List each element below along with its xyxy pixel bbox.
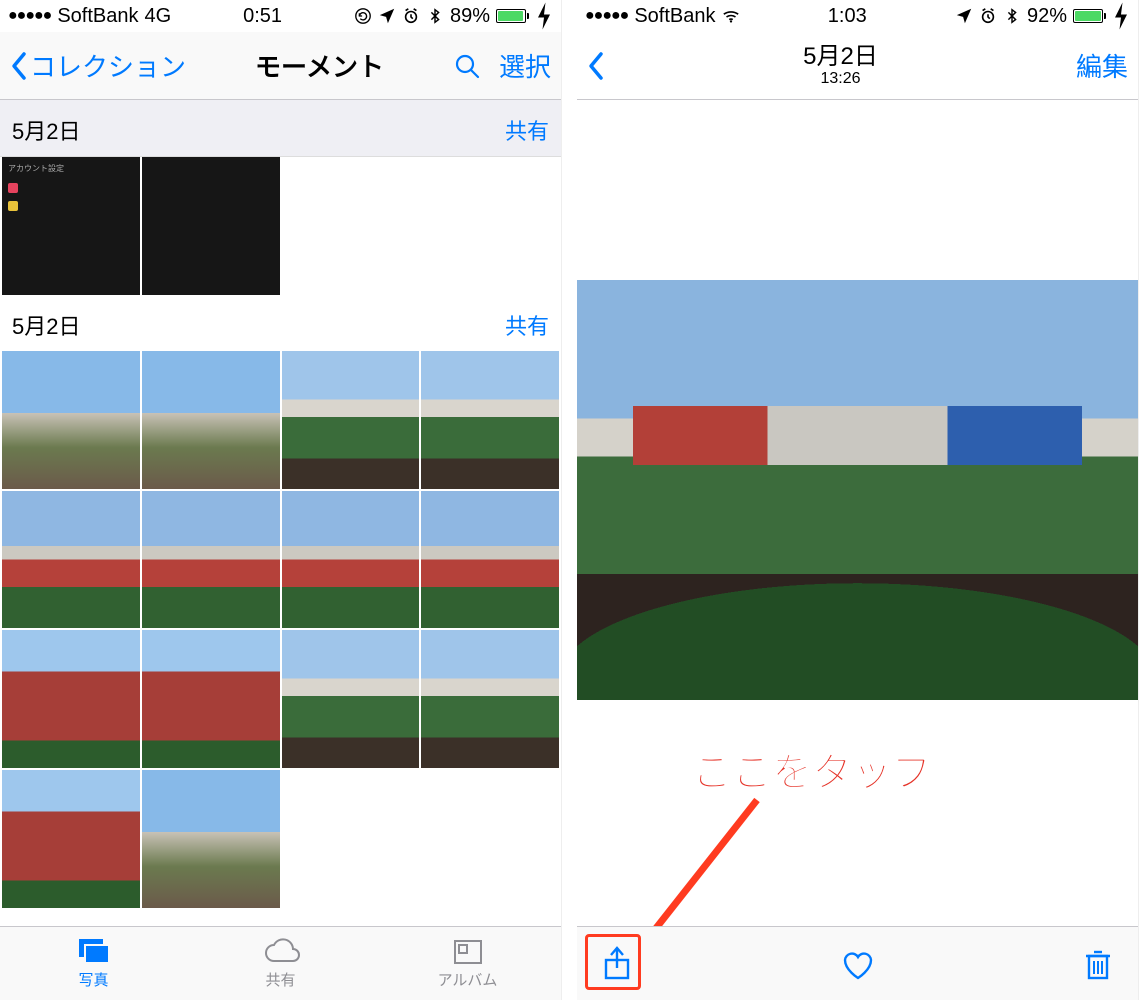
section-header: 5月2日 共有: [0, 908, 561, 926]
title-time: 13:26: [820, 70, 860, 88]
annotation-highlight: [585, 934, 641, 990]
chevron-left-icon: [10, 51, 28, 81]
search-button[interactable]: [453, 52, 481, 80]
albums-icon: [449, 937, 487, 967]
select-button[interactable]: 選択: [499, 47, 551, 84]
nav-title: 5月2日 13:26: [803, 44, 878, 88]
clock: 0:51: [243, 5, 282, 28]
section-header: 5月2日 共有: [0, 295, 561, 351]
photo-thumb[interactable]: [142, 351, 280, 489]
photo-thumb[interactable]: [282, 630, 420, 768]
photo-thumb[interactable]: [142, 491, 280, 629]
section-date: 5月2日: [12, 922, 80, 926]
tab-label: アルバム: [438, 969, 498, 990]
phone-moments: ●●●●● SoftBank 4G 0:51 89% コレクション モーメント …: [0, 0, 562, 1000]
back-button[interactable]: コレクション: [10, 47, 186, 84]
rotation-lock-icon: [354, 7, 372, 25]
nav-title: モーメント: [255, 47, 384, 84]
section-date: 5月2日: [12, 114, 80, 146]
photo-thumb[interactable]: [142, 630, 280, 768]
alarm-icon: [402, 7, 420, 25]
photo-thumb[interactable]: [142, 157, 280, 295]
section-header: 5月2日 共有: [0, 100, 561, 157]
network-label: 4G: [145, 5, 172, 28]
favorite-button[interactable]: [838, 944, 878, 984]
tab-bar: 写真 共有 アルバム: [0, 926, 561, 1000]
heart-icon: [838, 944, 878, 984]
battery-icon: [496, 9, 529, 23]
photos-icon: [75, 937, 113, 967]
photo-thumb[interactable]: [282, 351, 420, 489]
section-share-button[interactable]: 共有: [505, 922, 549, 926]
photo-thumb[interactable]: [421, 630, 559, 768]
battery-pct: 89%: [450, 5, 490, 28]
bluetooth-icon: [1003, 7, 1021, 25]
photo-thumb[interactable]: [282, 491, 420, 629]
location-icon: [955, 7, 973, 25]
photo-thumb[interactable]: [421, 351, 559, 489]
battery-pct: 92%: [1027, 5, 1067, 28]
photo-thumb[interactable]: [2, 491, 140, 629]
signal-dots-icon: ●●●●●: [585, 7, 628, 25]
tab-shared[interactable]: 共有: [187, 927, 374, 1000]
photo-thumb[interactable]: [142, 770, 280, 908]
status-bar: ●●●●● SoftBank 1:03 92%: [577, 0, 1138, 32]
photo-viewer[interactable]: ここをタップ: [577, 100, 1138, 926]
alarm-icon: [979, 7, 997, 25]
chevron-left-icon: [587, 51, 605, 81]
photo-thumb[interactable]: [2, 770, 140, 908]
photo-full[interactable]: [577, 280, 1138, 700]
bluetooth-icon: [426, 7, 444, 25]
tab-albums[interactable]: アルバム: [374, 927, 561, 1000]
title-date: 5月2日: [803, 44, 878, 70]
photo-thumb[interactable]: [2, 351, 140, 489]
cloud-icon: [262, 937, 300, 967]
back-button[interactable]: [587, 51, 605, 81]
carrier-label: SoftBank: [57, 5, 138, 28]
battery-icon: [1073, 9, 1106, 23]
section-share-button[interactable]: 共有: [505, 309, 549, 341]
trash-icon: [1078, 944, 1118, 984]
annotation-arrow-icon: [607, 790, 787, 926]
photo-toolbar: [577, 926, 1138, 1000]
photo-thumb[interactable]: [2, 630, 140, 768]
section-share-button[interactable]: 共有: [505, 114, 549, 146]
clock: 1:03: [828, 5, 867, 28]
signal-dots-icon: ●●●●●: [8, 7, 51, 25]
back-label: コレクション: [30, 47, 186, 84]
moments-scroll[interactable]: 5月2日 共有 アカウント設定 5月2日 共有: [0, 100, 561, 926]
tab-label: 共有: [265, 969, 295, 990]
nav-bar: 5月2日 13:26 編集: [577, 32, 1138, 100]
status-bar: ●●●●● SoftBank 4G 0:51 89%: [0, 0, 561, 32]
search-icon: [453, 52, 481, 80]
charging-icon: [535, 7, 553, 25]
charging-icon: [1112, 7, 1130, 25]
section-date: 5月2日: [12, 309, 80, 341]
tab-label: 写真: [78, 969, 108, 990]
delete-button[interactable]: [1078, 944, 1118, 984]
carrier-label: SoftBank: [634, 5, 715, 28]
location-icon: [378, 7, 396, 25]
photo-thumb[interactable]: アカウント設定: [2, 157, 140, 295]
edit-button[interactable]: 編集: [1076, 47, 1128, 84]
wifi-icon: [722, 7, 740, 25]
phone-detail: ●●●●● SoftBank 1:03 92% 5月2日 13:26 編集 ここ…: [577, 0, 1139, 1000]
photo-thumb[interactable]: [421, 491, 559, 629]
nav-bar: コレクション モーメント 選択: [0, 32, 561, 100]
tab-photos[interactable]: 写真: [0, 927, 187, 1000]
